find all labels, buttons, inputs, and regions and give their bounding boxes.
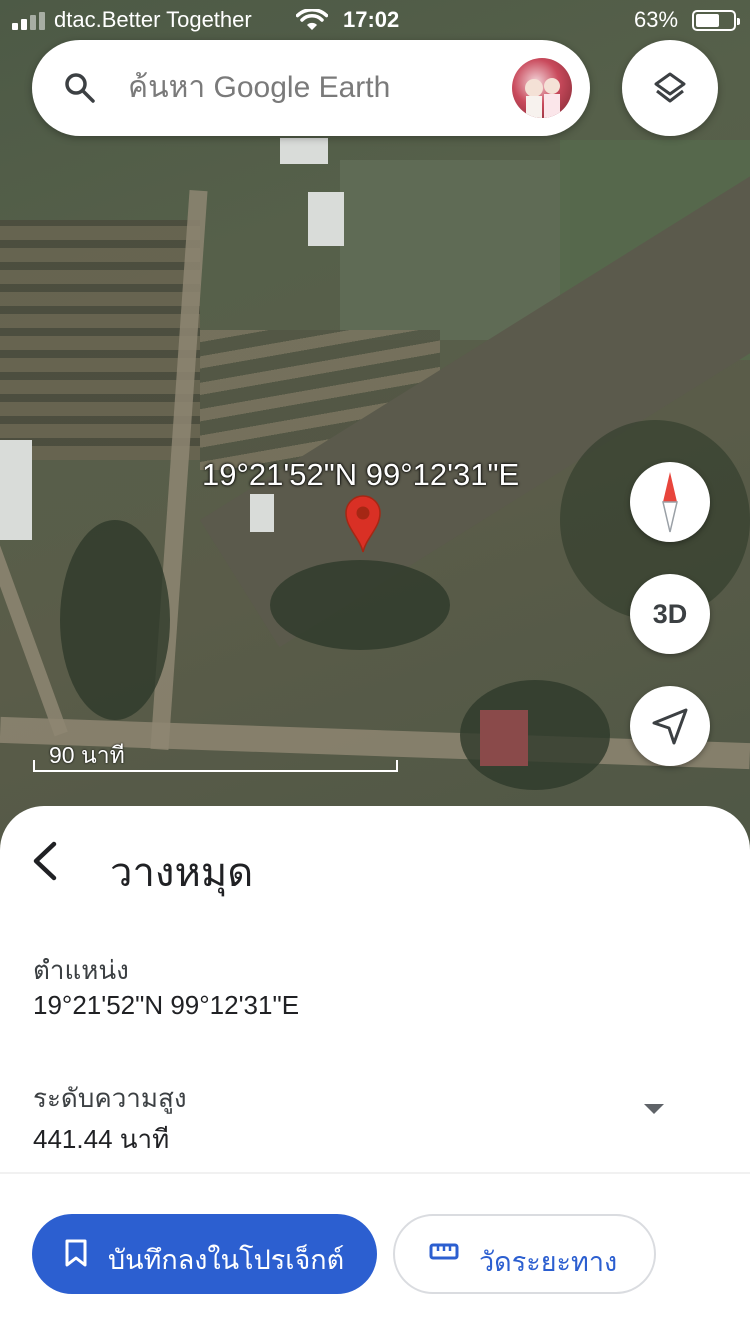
compass-button[interactable] (630, 462, 710, 542)
bookmark-icon (65, 1239, 87, 1267)
battery-icon (692, 10, 740, 31)
building (308, 192, 344, 246)
save-to-project-button[interactable]: บันทึกลงในโปรเจ็กต์ (32, 1214, 377, 1294)
building (480, 710, 528, 766)
battery-percent: 63% (634, 7, 679, 32)
wifi-icon (296, 9, 328, 30)
road (0, 543, 68, 737)
clock: 17:02 (343, 7, 400, 32)
pin-coordinates-label: 19°21'52"N 99°12'31"E (202, 457, 520, 492)
search-input[interactable] (128, 68, 488, 108)
building (0, 440, 32, 540)
my-location-button[interactable] (630, 686, 710, 766)
battery-fill (696, 14, 719, 27)
location-value: 19°21'52"N 99°12'31"E (33, 990, 300, 1020)
3d-toggle-button[interactable]: 3D (630, 574, 710, 654)
map-pin-icon[interactable] (344, 494, 382, 554)
search-icon[interactable] (62, 70, 98, 106)
sheet-title: วางหมุด (110, 851, 254, 895)
building (280, 138, 328, 164)
layers-button[interactable] (622, 40, 718, 136)
scale-line (33, 760, 398, 772)
measure-distance-label: วัดระยะทาง (479, 1247, 618, 1277)
map-scale: 90 นาที (33, 738, 398, 772)
ruler-icon (429, 1243, 459, 1260)
search-bar[interactable] (32, 40, 590, 136)
altitude-label: ระดับความสูง (33, 1083, 187, 1113)
divider (0, 1172, 750, 1174)
tree-cluster (270, 560, 450, 650)
measure-distance-button[interactable]: วัดระยะทาง (393, 1214, 656, 1294)
tree-cluster (60, 520, 170, 720)
status-bar: dtac.Better Together 17:02 63% (0, 0, 750, 40)
avatar[interactable] (512, 58, 572, 118)
signal-icon (12, 12, 48, 30)
compass-icon (662, 472, 678, 533)
save-to-project-label: บันทึกลงในโปรเจ็กต์ (108, 1245, 345, 1275)
layers-icon (654, 72, 686, 103)
building (250, 494, 274, 532)
chevron-down-icon[interactable] (644, 1104, 664, 1114)
satellite-map[interactable]: dtac.Better Together 17:02 63% ค้นหา Goo… (0, 0, 750, 860)
carrier-name: dtac.Better Together (54, 7, 252, 32)
crop-field (0, 220, 200, 460)
location-label: ตำแหน่ง (33, 955, 129, 985)
place-pin-sheet: วางหมุด ตำแหน่ง 19°21'52"N 99°12'31"E ระ… (0, 806, 750, 1334)
altitude-value: 441.44 นาที (33, 1124, 170, 1154)
navigation-arrow-icon (652, 708, 688, 745)
back-arrow-icon[interactable] (26, 838, 66, 884)
